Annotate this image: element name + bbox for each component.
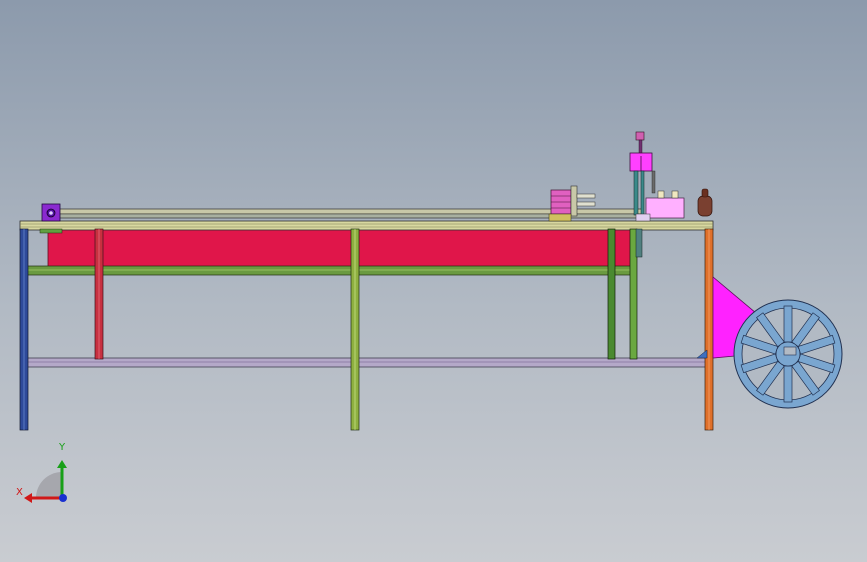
machine-assembly-drawing[interactable] (0, 0, 867, 562)
middle-beam[interactable] (26, 265, 632, 276)
red-panel[interactable] (47, 228, 632, 270)
lower-beam[interactable] (26, 357, 708, 368)
top-table-beam[interactable] (19, 220, 714, 231)
axis-x-label: X (16, 487, 23, 498)
axis-y-label: Y (59, 442, 66, 453)
post-red[interactable] (94, 228, 104, 360)
leg-center[interactable] (350, 228, 360, 431)
leg-left[interactable] (19, 228, 29, 431)
cad-viewport[interactable]: X Y (0, 0, 867, 562)
brown-knob[interactable] (697, 188, 713, 217)
triad-arc (36, 472, 62, 498)
spoked-wheel[interactable] (733, 299, 843, 409)
leg-right[interactable] (704, 228, 714, 431)
z-axis-dot (59, 494, 67, 502)
coordinate-triad (24, 460, 67, 503)
bracket-foot[interactable] (696, 349, 708, 359)
